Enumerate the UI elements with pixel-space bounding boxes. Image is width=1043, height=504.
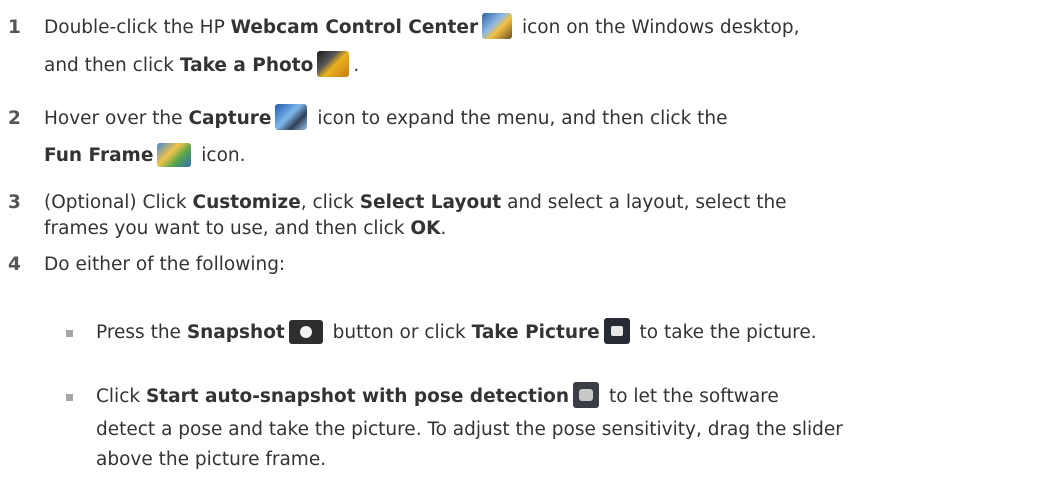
step-text-line-1: Hover over the Capture icon to expand th…	[44, 104, 1034, 134]
step-text: icon on the Windows desktop,	[516, 17, 800, 38]
step-text: , click	[300, 192, 360, 213]
option-text: button or click	[326, 322, 472, 343]
option-text: Click	[96, 386, 146, 407]
step-text-line-2: and then click Take a Photo.	[44, 51, 1034, 81]
capture-icon	[275, 104, 308, 130]
instructions-page: 1 Double-click the HP Webcam Control Cen…	[0, 0, 1043, 504]
bold-term: Webcam Control Center	[230, 17, 479, 38]
step-text: frames you want to use, and then click	[44, 218, 411, 239]
bullet-square	[66, 394, 73, 401]
step-text-line-1: Double-click the HP Webcam Control Cente…	[44, 13, 1034, 43]
step-number: 2	[8, 108, 21, 129]
step-text-line-2: Fun Frame icon.	[44, 141, 1034, 171]
bold-term: Take Picture	[471, 322, 600, 343]
bold-term: Start auto-snapshot with pose detection	[145, 386, 570, 407]
take-picture-icon	[603, 318, 630, 344]
option-text: to take the picture.	[633, 322, 817, 343]
option-text-line-1: Click Start auto-snapshot with pose dete…	[96, 382, 1036, 412]
webcam-control-center-icon	[482, 13, 513, 39]
bold-term: Snapshot	[186, 322, 285, 343]
bold-term: Capture	[188, 108, 272, 129]
bold-term: OK	[410, 218, 441, 239]
option-text-line-1: Press the Snapshot button or click Take …	[96, 318, 1036, 348]
bold-term: Customize	[192, 192, 301, 213]
step-text: (Optional) Click	[44, 192, 193, 213]
step-text: and select a layout, select the	[501, 192, 787, 213]
bold-term: Fun Frame	[44, 145, 154, 166]
fun-frame-icon	[157, 143, 192, 167]
step-text: .	[440, 218, 447, 239]
option-text-line-3: above the picture frame.	[96, 449, 327, 470]
step-text: .	[353, 55, 360, 76]
bold-term: Take a Photo	[179, 55, 314, 76]
pose-detection-icon	[573, 382, 600, 408]
snapshot-button-icon	[288, 320, 323, 344]
option-text-line-2: detect a pose and take the picture. To a…	[96, 419, 843, 440]
take-a-photo-icon	[317, 51, 350, 77]
step-text: Double-click the HP	[44, 17, 231, 38]
step-text: icon.	[195, 145, 246, 166]
step-number: 4	[8, 254, 21, 275]
bold-term: Select Layout	[359, 192, 502, 213]
step-text-line-2: frames you want to use, and then click O…	[44, 214, 1034, 244]
step-text: and then click	[44, 55, 180, 76]
bullet-square	[66, 330, 73, 337]
step-text: Do either of the following:	[44, 254, 286, 275]
option-text: to let the software	[603, 386, 779, 407]
step-text: icon to expand the menu, and then click …	[311, 108, 728, 129]
option-text: Press the	[96, 322, 187, 343]
step-number: 3	[8, 192, 21, 213]
step-number: 1	[8, 17, 21, 38]
step-text-line-1: Do either of the following:	[44, 250, 1034, 280]
step-text: Hover over the	[44, 108, 189, 129]
